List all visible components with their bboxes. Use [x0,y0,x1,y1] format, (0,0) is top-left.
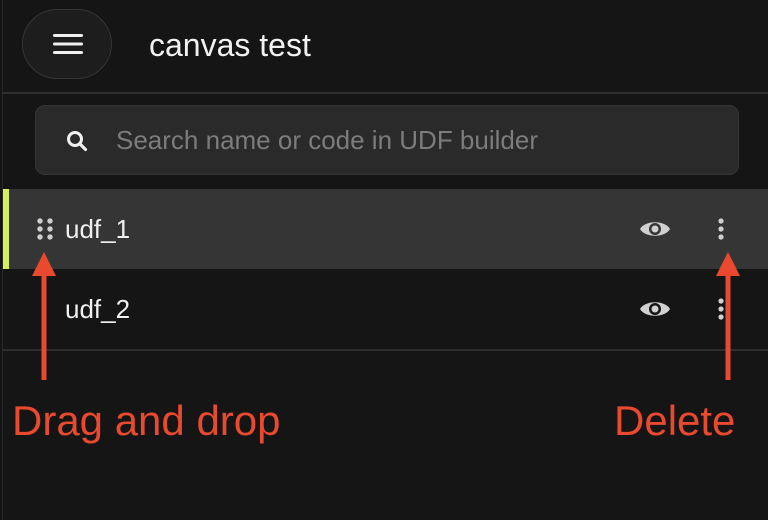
udf-row-udf-2[interactable]: udf_2 [3,269,768,349]
page-title: canvas test [149,27,311,63]
more-vertical-icon[interactable] [709,209,733,249]
search-bar[interactable] [35,105,739,175]
menu-button[interactable] [22,9,112,79]
eye-icon[interactable] [639,297,671,321]
more-vertical-icon[interactable] [709,289,733,329]
udf-name: udf_1 [65,214,131,244]
search-input[interactable] [116,106,716,174]
udf-row-udf-1[interactable]: udf_1 [3,189,768,269]
eye-icon[interactable] [639,217,671,241]
drag-handle-icon[interactable] [33,213,57,245]
drag-and-drop-annotation: Drag and drop [12,397,281,444]
list-divider [3,349,768,351]
delete-annotation: Delete [614,397,736,444]
selection-indicator [3,189,9,269]
hamburger-menu-icon [53,34,83,54]
search-icon [67,131,88,152]
panel-header: canvas test [3,0,768,94]
udf-name: udf_2 [65,294,131,324]
